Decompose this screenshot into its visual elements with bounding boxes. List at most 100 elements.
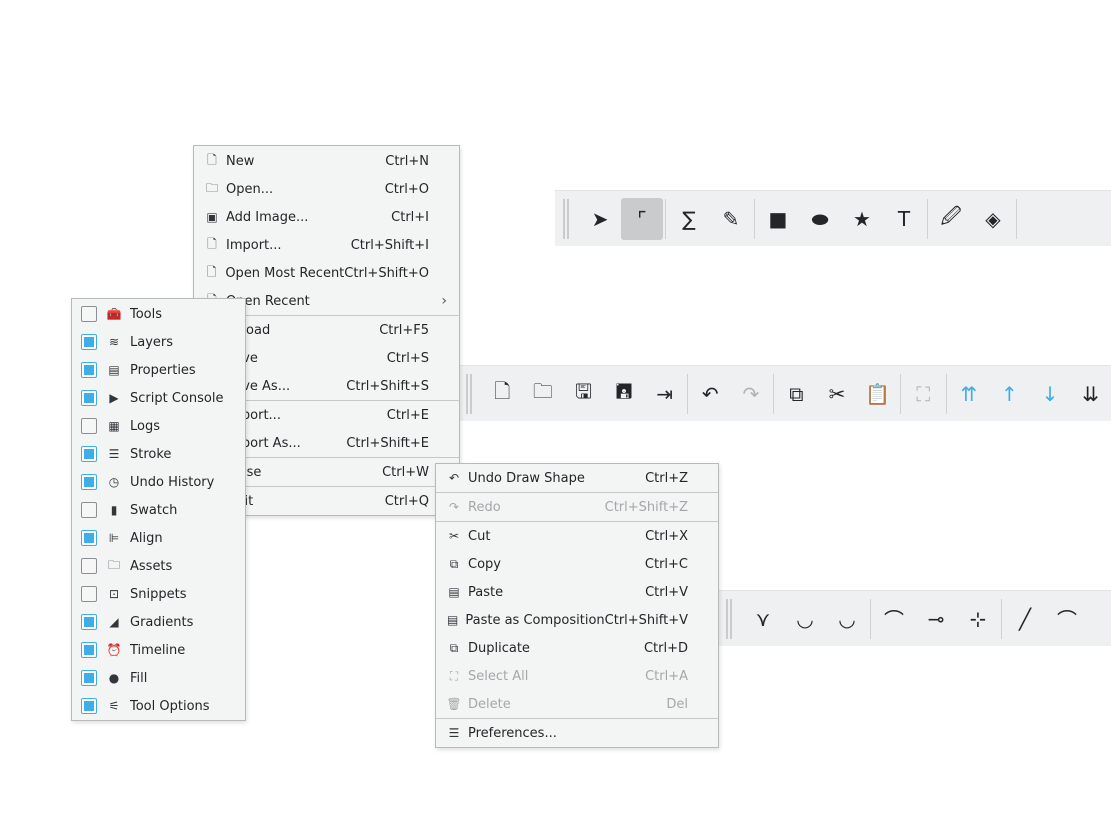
- checkbox[interactable]: [81, 418, 97, 434]
- open-recent-icon: 🗋: [206, 264, 217, 279]
- menu-item-cut[interactable]: ✂ Cut Ctrl+X: [436, 522, 718, 550]
- checkbox[interactable]: [81, 530, 97, 546]
- menu-item-stroke[interactable]: ☰ Stroke: [72, 440, 245, 468]
- freehand-pencil-button[interactable]: ✎: [710, 198, 752, 240]
- toolbar-grip-handle[interactable]: [466, 373, 472, 414]
- checkbox[interactable]: [81, 334, 97, 350]
- new-document-button[interactable]: 🗋: [482, 373, 523, 415]
- menu-item-label: Align: [130, 530, 163, 546]
- menu-item-delete[interactable]: 🗑 Delete Del: [436, 690, 718, 718]
- segment-to-line-button[interactable]: ╱: [1004, 598, 1046, 640]
- curve-segment-button[interactable]: ⌒: [873, 598, 915, 640]
- node-corner-button[interactable]: ⋎: [742, 598, 784, 640]
- eyedropper-button[interactable]: 🖉: [930, 198, 972, 240]
- checkbox[interactable]: [81, 586, 97, 602]
- text-tool-button[interactable]: T: [883, 198, 925, 240]
- menu-item-align[interactable]: ⊫ Align: [72, 524, 245, 552]
- checkbox[interactable]: [81, 558, 97, 574]
- menu-item-open[interactable]: 🗀 Open... Ctrl+O: [194, 175, 459, 203]
- menu-item-fill[interactable]: ● Fill: [72, 664, 245, 692]
- menu-item-gradients[interactable]: ◢ Gradients: [72, 608, 245, 636]
- checkbox[interactable]: [81, 390, 97, 406]
- save-icon: 🖫: [574, 378, 592, 403]
- edit-path-button[interactable]: ⌜: [621, 197, 663, 240]
- menu-item-label: Duplicate: [468, 640, 530, 656]
- star-polygon-button[interactable]: ★: [841, 198, 883, 240]
- rectangle-button[interactable]: ■: [757, 198, 799, 240]
- copy-button[interactable]: ⧉: [776, 373, 817, 415]
- shortcut-label: Ctrl+Shift+Z: [604, 499, 688, 515]
- menu-item-timeline[interactable]: ⏰ Timeline: [72, 636, 245, 664]
- shortcut-label: Ctrl+D: [643, 640, 688, 656]
- menu-item-new[interactable]: 🗋 New Ctrl+N: [194, 147, 459, 175]
- menu-item-snippets[interactable]: ⊡ Snippets: [72, 580, 245, 608]
- menu-item-redo[interactable]: ↷ Redo Ctrl+Shift+Z: [436, 493, 718, 521]
- menu-item-label: Preferences...: [468, 725, 557, 741]
- open-folder-icon: 🗀: [532, 378, 553, 403]
- checkbox[interactable]: [81, 642, 97, 658]
- menu-item-script-console[interactable]: ▶ Script Console: [72, 384, 245, 412]
- cut-button[interactable]: ✂: [817, 373, 858, 415]
- undo-button[interactable]: ↶: [690, 373, 731, 415]
- menu-item-label: Properties: [130, 362, 196, 378]
- menu-item-duplicate[interactable]: ⧉ Duplicate Ctrl+D: [436, 634, 718, 662]
- menu-item-layers[interactable]: ≋ Layers: [72, 328, 245, 356]
- menu-item-add-image[interactable]: ▣ Add Image... Ctrl+I: [194, 203, 459, 231]
- checkbox[interactable]: [81, 670, 97, 686]
- checkbox[interactable]: [81, 698, 97, 714]
- duplicate-icon: ⧉: [449, 640, 459, 655]
- save-as-button[interactable]: 🖪: [604, 373, 645, 415]
- ellipse-button[interactable]: ⬬: [799, 198, 841, 240]
- checkbox[interactable]: [81, 306, 97, 322]
- redo-button[interactable]: ↷: [731, 373, 772, 415]
- open-folder-button[interactable]: 🗀: [523, 373, 564, 415]
- raise-to-top-button[interactable]: ⇈: [949, 373, 990, 415]
- checkbox[interactable]: [81, 502, 97, 518]
- shortcut-label: Ctrl+A: [645, 668, 688, 684]
- chevron-right-icon: ›: [441, 293, 447, 309]
- align-icon: ⊫: [108, 531, 120, 545]
- checkbox[interactable]: [81, 474, 97, 490]
- menu-item-assets[interactable]: 🗀 Assets: [72, 552, 245, 580]
- toolbar-grip-handle[interactable]: [563, 198, 569, 239]
- checkbox[interactable]: [81, 614, 97, 630]
- menu-item-import[interactable]: 🗋 Import... Ctrl+Shift+I: [194, 231, 459, 259]
- node-smooth-button[interactable]: ◡: [784, 598, 826, 640]
- add-node-button[interactable]: ⊹: [957, 598, 999, 640]
- menu-item-copy[interactable]: ⧉ Copy Ctrl+C: [436, 550, 718, 578]
- select-arrow-icon: ➤: [591, 206, 609, 231]
- select-arrow-button[interactable]: ➤: [579, 198, 621, 240]
- menu-item-paste[interactable]: ▤ Paste Ctrl+V: [436, 578, 718, 606]
- export-button[interactable]: ⇥: [644, 373, 685, 415]
- paint-bucket-button[interactable]: ◈: [972, 198, 1014, 240]
- shortcut-label: Ctrl+Shift+E: [346, 435, 429, 451]
- menu-item-label: Quit: [226, 494, 385, 509]
- toolbar-grip-handle[interactable]: [726, 598, 732, 639]
- save-button[interactable]: 🖫: [563, 373, 604, 415]
- checkbox[interactable]: [81, 446, 97, 462]
- menu-item-undo-history[interactable]: ◷ Undo History: [72, 468, 245, 496]
- menu-item-select-all[interactable]: ⛶ Select All Ctrl+A: [436, 662, 718, 690]
- gradient-icon: ◢: [109, 615, 119, 629]
- menu-item-swatch[interactable]: ▮ Swatch: [72, 496, 245, 524]
- paste-button[interactable]: 📋: [857, 373, 898, 415]
- menu-item-paste-as-composition[interactable]: ▤ Paste as Composition Ctrl+Shift+V: [436, 606, 718, 634]
- select-all-button[interactable]: ⛶: [903, 373, 944, 415]
- menu-item-logs[interactable]: ▦ Logs: [72, 412, 245, 440]
- bezier-path-button[interactable]: ∑: [668, 198, 710, 240]
- checkbox[interactable]: [81, 362, 97, 378]
- menu-item-tool-options[interactable]: ⚟ Tool Options: [72, 692, 245, 720]
- edit-path-icon: ⌜: [637, 206, 647, 231]
- lower-to-bottom-button[interactable]: ⇊: [1070, 373, 1111, 415]
- menu-item-properties[interactable]: ▤ Properties: [72, 356, 245, 384]
- raise-button[interactable]: ↑: [989, 373, 1030, 415]
- menu-item-preferences[interactable]: ☰ Preferences...: [436, 719, 718, 747]
- menu-item-open-most-recent[interactable]: 🗋 Open Most Recent Ctrl+Shift+O: [194, 259, 459, 287]
- lower-button[interactable]: ↓: [1030, 373, 1071, 415]
- segment-to-curve-button[interactable]: ⌒: [1046, 598, 1088, 640]
- node-symmetric-button[interactable]: ◡: [826, 598, 868, 640]
- bezier-path-icon: ∑: [682, 206, 696, 231]
- menu-item-undo-draw-shape[interactable]: ↶ Undo Draw Shape Ctrl+Z: [436, 464, 718, 492]
- menu-item-tools[interactable]: 🧰 Tools: [72, 300, 245, 328]
- remove-node-button[interactable]: ⊸: [915, 598, 957, 640]
